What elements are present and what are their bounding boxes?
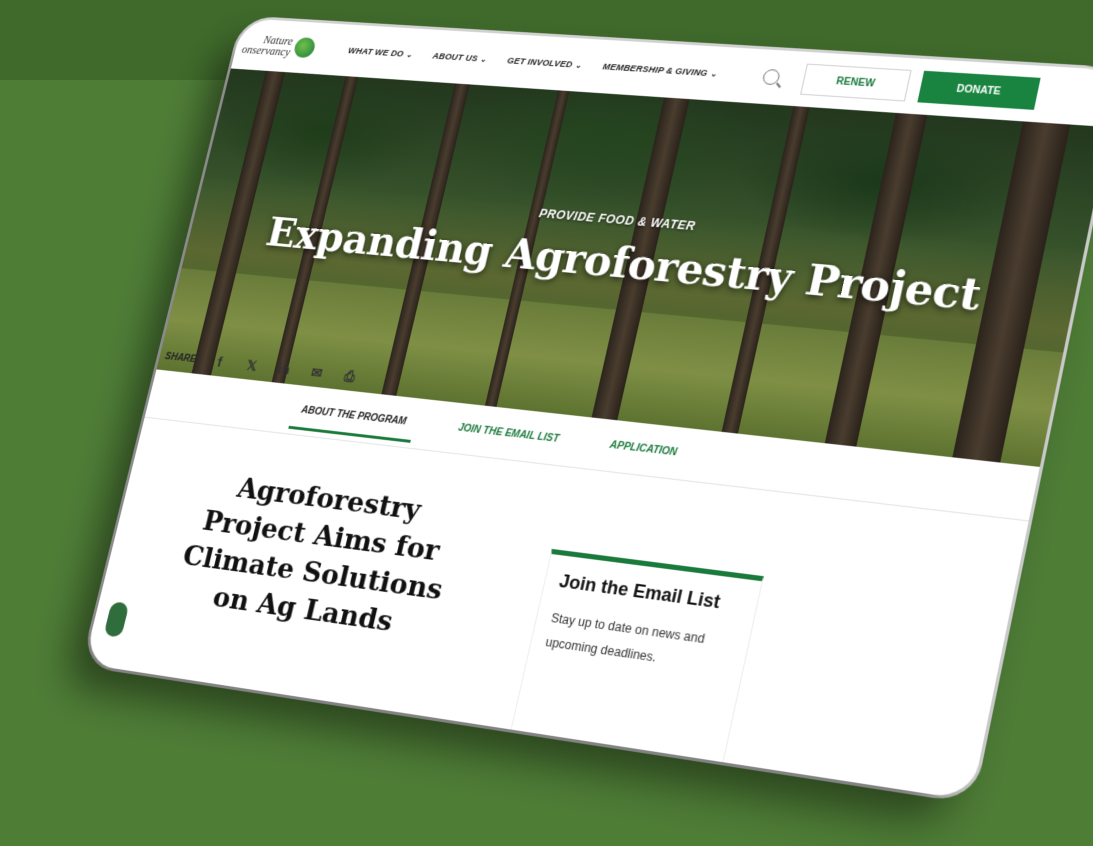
chevron-down-icon: ⌄ xyxy=(405,49,414,59)
nav-item-membership-giving[interactable]: MEMBERSHIP & GIVING ⌄ xyxy=(602,62,719,79)
floating-tab[interactable] xyxy=(103,601,130,638)
email-icon[interactable]: ✉ xyxy=(307,364,327,382)
chevron-down-icon: ⌄ xyxy=(709,68,719,78)
chevron-down-icon: ⌄ xyxy=(479,54,488,64)
nav-links: WHAT WE DO ⌄ ABOUT US ⌄ GET INVOLVED ⌄ M… xyxy=(347,46,718,79)
globe-icon xyxy=(292,37,317,59)
x-icon[interactable]: 𝕏 xyxy=(242,357,262,375)
share-label: SHARE xyxy=(163,351,198,365)
print-icon[interactable]: ⎙ xyxy=(340,367,360,385)
tab-application[interactable]: APPLICATION xyxy=(599,433,685,474)
logo-line-2: onservancy xyxy=(240,42,292,59)
nav-item-what-we-do[interactable]: WHAT WE DO ⌄ xyxy=(347,46,414,59)
linkedin-icon[interactable]: in xyxy=(274,361,294,378)
renew-button[interactable]: RENEW xyxy=(800,63,912,102)
logo-wordmark: Nature onservancy xyxy=(240,33,295,59)
page-heading: Agroforestry Project Aims for Climate So… xyxy=(179,471,447,638)
nav-item-label: MEMBERSHIP & GIVING xyxy=(601,61,709,78)
nav-item-get-involved[interactable]: GET INVOLVED ⌄ xyxy=(506,56,583,70)
nav-item-label: ABOUT US xyxy=(431,51,479,64)
signup-text: Stay up to date on news and upcoming dea… xyxy=(544,610,707,665)
donate-button[interactable]: DONATE xyxy=(917,70,1041,110)
search-icon[interactable] xyxy=(761,68,781,86)
nav-item-about-us[interactable]: ABOUT US ⌄ xyxy=(432,51,488,64)
nav-item-label: WHAT WE DO xyxy=(347,45,405,59)
chevron-down-icon: ⌄ xyxy=(574,60,583,70)
site-logo[interactable]: Nature onservancy xyxy=(231,18,328,74)
nav-item-label: GET INVOLVED xyxy=(506,55,574,70)
facebook-icon[interactable]: f xyxy=(210,354,230,371)
email-signup-card: Join the Email List Stay up to date on n… xyxy=(506,548,764,784)
browser-screen: Nature onservancy WHAT WE DO ⌄ ABOUT US … xyxy=(83,18,1093,801)
